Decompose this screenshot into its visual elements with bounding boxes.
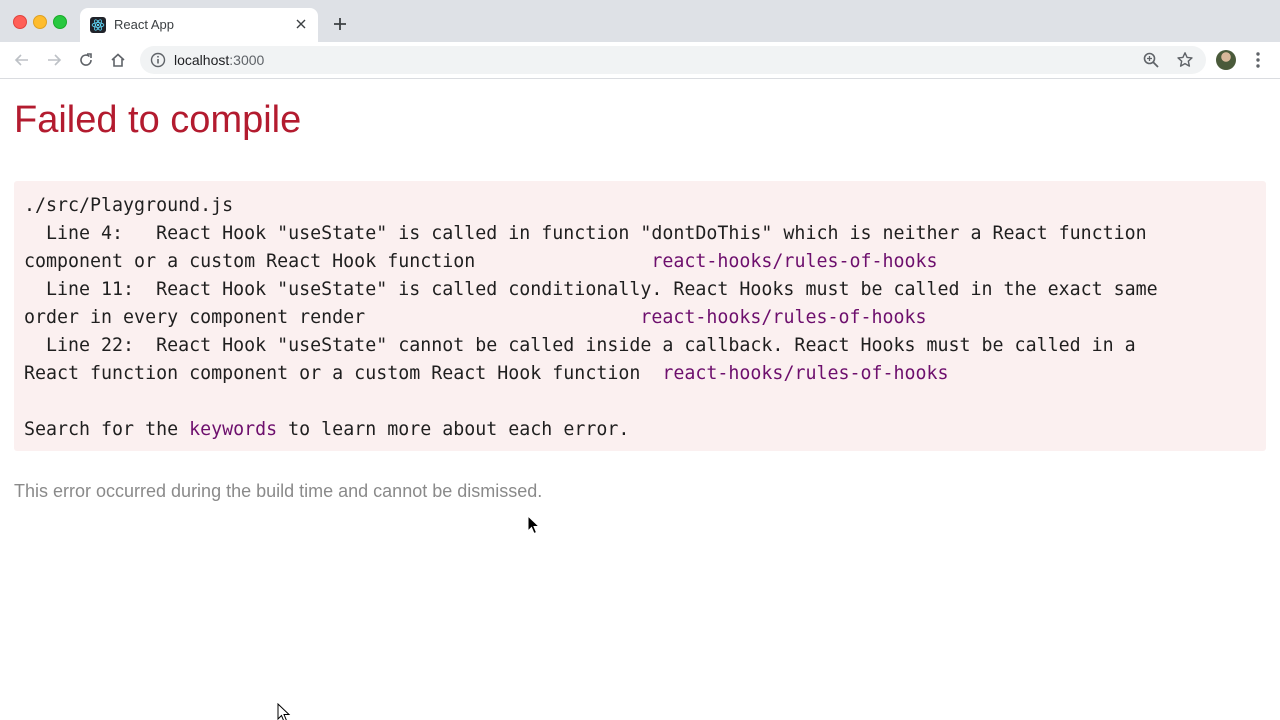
error-line-3: Line 22: React Hook "useState" cannot be… bbox=[24, 335, 1136, 356]
address-bar[interactable]: localhost:3000 bbox=[140, 46, 1206, 74]
back-arrow-icon[interactable] bbox=[12, 50, 32, 70]
footer-note: This error occurred during the build tim… bbox=[14, 481, 543, 501]
mouse-cursor-icon bbox=[527, 515, 541, 535]
rule-link: react-hooks/rules-of-hooks bbox=[640, 307, 927, 328]
search-hint-prefix: Search for the bbox=[24, 419, 190, 440]
new-tab-icon[interactable] bbox=[330, 14, 350, 34]
close-window-button[interactable] bbox=[13, 15, 27, 29]
keywords-text: keywords bbox=[189, 419, 278, 440]
url-text[interactable]: localhost:3000 bbox=[174, 52, 264, 68]
mouse-cursor-outline-icon bbox=[277, 703, 291, 720]
error-line-1-cont: component or a custom React Hook functio… bbox=[24, 251, 652, 272]
browser-toolbar: localhost:3000 bbox=[0, 42, 1280, 79]
forward-arrow-icon[interactable] bbox=[44, 50, 64, 70]
error-file: ./src/Playground.js bbox=[24, 195, 234, 216]
maximize-window-button[interactable] bbox=[53, 15, 67, 29]
info-icon[interactable] bbox=[150, 52, 166, 68]
page-content: Failed to compile ./src/Playground.js Li… bbox=[0, 79, 1280, 720]
search-hint-suffix: to learn more about each error. bbox=[277, 419, 630, 440]
error-message: ./src/Playground.js Line 4: React Hook "… bbox=[24, 192, 1158, 444]
error-line-2-cont: order in every component render bbox=[24, 307, 641, 328]
profile-avatar[interactable] bbox=[1216, 50, 1236, 70]
error-line-3-cont: React function component or a custom Rea… bbox=[24, 363, 663, 384]
more-menu-icon[interactable] bbox=[1250, 50, 1266, 70]
tab-react-app[interactable]: React App bbox=[80, 8, 318, 42]
minimize-window-button[interactable] bbox=[33, 15, 47, 29]
react-logo-icon bbox=[90, 17, 106, 33]
rule-link: react-hooks/rules-of-hooks bbox=[651, 251, 938, 272]
tab-title: React App bbox=[114, 17, 174, 32]
error-line-1: Line 4: React Hook "useState" is called … bbox=[24, 223, 1147, 244]
error-box: ./src/Playground.js Line 4: React Hook "… bbox=[14, 181, 1266, 451]
page-title: Failed to compile bbox=[14, 99, 302, 141]
bookmark-star-icon[interactable] bbox=[1176, 51, 1194, 69]
error-line-2: Line 11: React Hook "useState" is called… bbox=[24, 279, 1158, 300]
reload-icon[interactable] bbox=[76, 50, 96, 70]
zoom-icon[interactable] bbox=[1142, 51, 1160, 69]
rule-link: react-hooks/rules-of-hooks bbox=[662, 363, 949, 384]
home-icon[interactable] bbox=[108, 50, 128, 70]
tab-strip: React App bbox=[0, 0, 1280, 42]
close-icon[interactable] bbox=[292, 15, 310, 33]
